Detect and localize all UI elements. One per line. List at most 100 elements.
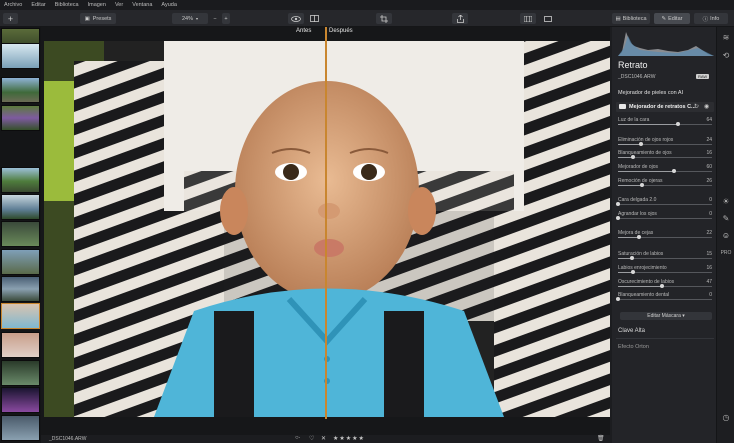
slider-track[interactable] xyxy=(618,284,712,288)
zoom-select[interactable]: 24% ▾ xyxy=(172,13,208,24)
star-rating[interactable]: ★★★★★ xyxy=(333,435,365,442)
thumbnail[interactable] xyxy=(1,77,40,103)
slider-value: 47 xyxy=(706,279,712,285)
thumbnail[interactable] xyxy=(1,167,40,193)
single-view-icon[interactable] xyxy=(540,13,556,24)
slider-knob[interactable] xyxy=(636,235,641,239)
thumbnail[interactable] xyxy=(1,332,40,358)
trash-icon[interactable]: 🗑 xyxy=(597,435,605,442)
portrait-image xyxy=(44,41,610,417)
slider-label: Cara delgada 2.0 xyxy=(618,197,657,203)
reset-icon[interactable]: ↻ xyxy=(694,103,699,110)
slider-label: Labios enrojecimiento xyxy=(618,265,667,271)
slider-track[interactable] xyxy=(616,297,712,301)
menu-ventana[interactable]: Ventana xyxy=(132,2,152,8)
slider-knob[interactable] xyxy=(616,216,620,220)
tool-rail: ≋ ⟲ ☀ ✎ ☺ PRO ◷ xyxy=(716,27,734,443)
portrait-face-icon[interactable]: ☺ xyxy=(720,229,732,241)
slider-track[interactable] xyxy=(618,122,712,126)
thumbnail[interactable] xyxy=(1,360,40,386)
slider-knob[interactable] xyxy=(638,142,643,146)
menu-editar[interactable]: Editar xyxy=(31,2,45,8)
slider-track[interactable] xyxy=(618,235,712,239)
share-icon[interactable] xyxy=(452,13,468,24)
heart-icon[interactable]: ♡ xyxy=(309,435,314,442)
slider-knob[interactable] xyxy=(631,270,636,274)
slider-track[interactable] xyxy=(616,202,712,206)
history-icon[interactable]: ⟲ xyxy=(720,49,732,61)
thumbnail[interactable] xyxy=(1,276,40,302)
thumbnail[interactable] xyxy=(1,387,40,413)
clock-icon[interactable]: ◷ xyxy=(720,411,732,423)
layers-icon[interactable]: ≋ xyxy=(720,31,732,43)
add-button[interactable]: + xyxy=(3,13,18,24)
toolbar: + ▣ Presets 24% ▾ − + ▤ Biblioteca ✎ Edi… xyxy=(0,10,734,27)
chevron-down-icon: ▾ xyxy=(196,16,199,21)
zoom-out-button[interactable]: − xyxy=(211,13,219,24)
slider-track[interactable] xyxy=(618,142,712,146)
info-circle-icon[interactable]: ○· xyxy=(295,435,301,441)
edit-mask-button[interactable]: Editar Máscara ▾ xyxy=(620,312,712,320)
crop-icon[interactable] xyxy=(376,13,392,24)
slider-track[interactable] xyxy=(618,256,712,260)
menu-biblioteca[interactable]: Biblioteca xyxy=(55,2,79,8)
eye-icon[interactable] xyxy=(288,13,304,24)
slider-value: 64 xyxy=(706,117,712,123)
sun-icon[interactable]: ☀ xyxy=(720,195,732,207)
reject-icon[interactable]: ✕ xyxy=(321,435,326,442)
compare-split-handle[interactable] xyxy=(325,27,327,419)
thumbnail[interactable] xyxy=(1,249,40,275)
menu-ver[interactable]: Ver xyxy=(115,2,123,8)
slider-fill xyxy=(618,144,641,145)
slider-track[interactable] xyxy=(618,183,712,187)
slider-knob[interactable] xyxy=(616,202,620,206)
next-tool-clave-alta[interactable]: Clave Alta xyxy=(618,328,645,334)
panel-title: Retrato xyxy=(618,60,648,70)
slider-knob[interactable] xyxy=(616,297,620,301)
tab-editor[interactable]: ✎ Editar xyxy=(654,13,690,24)
grid-view-icon[interactable] xyxy=(520,13,536,24)
menu-ayuda[interactable]: Ayuda xyxy=(161,2,177,8)
slider-track[interactable] xyxy=(616,216,712,220)
menu-imagen[interactable]: Imagen xyxy=(88,2,106,8)
tab-info[interactable]: ⓘ Info xyxy=(694,13,728,24)
slider-track[interactable] xyxy=(618,155,712,159)
before-label: Antes xyxy=(296,28,312,34)
menu-archivo[interactable]: Archivo xyxy=(4,2,22,8)
thumbnail-selected[interactable] xyxy=(1,303,40,329)
slider-track[interactable] xyxy=(618,270,712,274)
slider-fill xyxy=(618,171,675,172)
slider-value: 26 xyxy=(706,178,712,184)
pro-icon[interactable]: PRO xyxy=(720,247,732,259)
thumbnail[interactable] xyxy=(1,194,40,220)
slider-value: 16 xyxy=(706,265,712,271)
slider-track[interactable] xyxy=(618,169,712,173)
editor-icon: ✎ xyxy=(661,15,667,22)
slider-label: Agrandar los ojos xyxy=(618,211,657,217)
thumbnail[interactable] xyxy=(1,221,40,247)
slider-value: 24 xyxy=(706,137,712,143)
slider-value: 0 xyxy=(709,197,712,203)
thumbnail[interactable] xyxy=(1,105,40,131)
next-tool-efecto-orton[interactable]: Efecto Orton xyxy=(618,344,649,350)
thumbnail[interactable] xyxy=(1,415,40,441)
slider-label: Blanqueamiento dental xyxy=(618,292,670,298)
slider-fill xyxy=(618,124,679,125)
presets-button[interactable]: ▣ Presets xyxy=(80,13,116,24)
bottom-filename: _DSC1046.ARW xyxy=(49,436,87,442)
slider-knob[interactable] xyxy=(631,155,636,159)
compare-split-icon[interactable] xyxy=(308,13,320,24)
tool-toggle-icon[interactable] xyxy=(619,104,626,109)
tool-name: Mejorador de retratos C... xyxy=(629,104,696,110)
visibility-icon[interactable]: ◉ xyxy=(704,103,709,110)
bottom-bar: _DSC1046.ARW ○· ♡ ✕ ★★★★★ 🗑 xyxy=(41,435,610,443)
brush-icon[interactable]: ✎ xyxy=(720,212,732,224)
slider-label: Mejora de cejas xyxy=(618,230,654,236)
tool-header[interactable]: Mejorador de retratos C... ↻ ◉ xyxy=(616,102,714,112)
thumbnail[interactable] xyxy=(1,43,40,69)
presets-label: Presets xyxy=(92,15,112,22)
photo-canvas[interactable] xyxy=(44,41,610,417)
slider-value: 22 xyxy=(706,230,712,236)
zoom-in-button[interactable]: + xyxy=(222,13,230,24)
tab-library[interactable]: ▤ Biblioteca xyxy=(612,13,650,24)
